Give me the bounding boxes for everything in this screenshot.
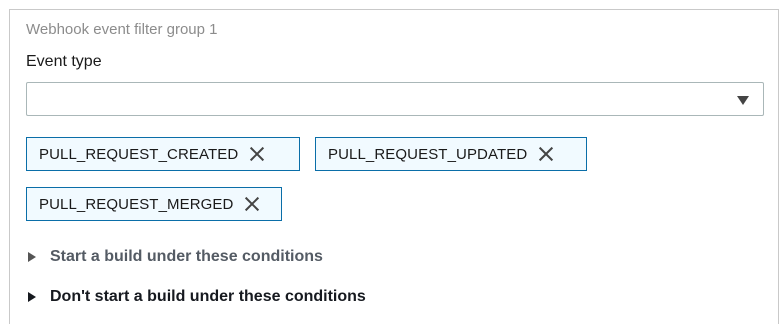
event-token-label: PULL_REQUEST_UPDATED xyxy=(328,145,528,163)
close-icon[interactable] xyxy=(243,195,261,213)
start-build-conditions-expander[interactable]: Start a build under these conditions xyxy=(26,248,323,266)
event-token-label: PULL_REQUEST_MERGED xyxy=(39,195,234,213)
event-type-label: Event type xyxy=(26,53,102,70)
dont-start-build-conditions-expander[interactable]: Don't start a build under these conditio… xyxy=(26,288,366,306)
webhook-filter-group-panel: Webhook event filter group 1 Event type … xyxy=(9,9,779,324)
event-token-pull-request-merged: PULL_REQUEST_MERGED xyxy=(26,187,282,221)
dont-start-build-conditions-label: Don't start a build under these conditio… xyxy=(50,288,366,305)
caret-right-icon xyxy=(28,292,36,302)
caret-right-icon xyxy=(28,252,36,262)
event-token-pull-request-created: PULL_REQUEST_CREATED xyxy=(26,137,300,171)
close-icon[interactable] xyxy=(537,145,555,163)
event-token-label: PULL_REQUEST_CREATED xyxy=(39,145,239,163)
event-type-select[interactable] xyxy=(26,82,764,116)
filter-group-title: Webhook event filter group 1 xyxy=(26,21,218,38)
event-token-pull-request-updated: PULL_REQUEST_UPDATED xyxy=(315,137,587,171)
close-icon[interactable] xyxy=(248,145,266,163)
start-build-conditions-label: Start a build under these conditions xyxy=(50,248,323,265)
caret-down-icon xyxy=(737,96,749,105)
